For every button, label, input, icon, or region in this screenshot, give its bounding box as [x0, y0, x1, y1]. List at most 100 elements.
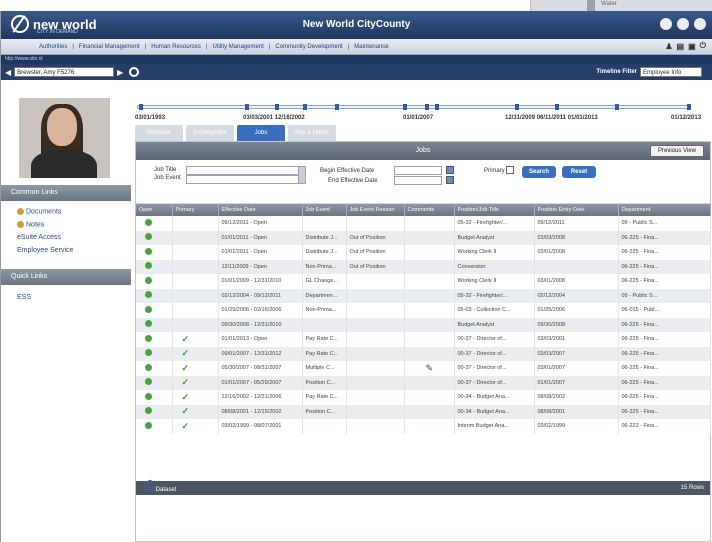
open-status-icon	[136, 346, 173, 361]
filter-area: Job Title Job Event Begin Effective Date…	[136, 160, 710, 204]
open-status-icon	[136, 419, 173, 434]
quick-links-header[interactable]: Quick Links	[1, 269, 131, 285]
menu-item-financial[interactable]: Financial Management	[79, 44, 140, 50]
job-event-cell: Multiple C...	[302, 361, 347, 376]
ok-icon	[145, 407, 152, 415]
settings-icon[interactable]	[677, 18, 689, 30]
table-row[interactable]: 01/01/2009 - 12/31/2010 GL Change... Worki…	[136, 274, 711, 289]
sidebar-item-esuite[interactable]: eSuite Access	[17, 234, 61, 241]
comment-icon[interactable]: ✎	[426, 363, 434, 373]
column-header[interactable]: Job Event Reason	[346, 204, 405, 216]
search-button[interactable]: Search	[522, 166, 556, 178]
position-entry-date-cell: 03/03/2001	[534, 332, 619, 347]
tab-employment[interactable]: Employment	[186, 125, 234, 141]
primary-checkbox[interactable]	[506, 166, 514, 174]
help-icon[interactable]	[660, 18, 672, 30]
department-cell: 06-225 - Fina...	[618, 259, 711, 274]
back-arrow-icon[interactable]: ◀	[5, 68, 11, 77]
department-cell: 06-225 - Fina...	[618, 245, 711, 260]
department-cell: 06-015 - Publ...	[618, 303, 711, 318]
common-links-header[interactable]: Common Links	[1, 185, 131, 201]
table-row[interactable]: 01/25/2006 - 02/16/2006 Non-Prima... 05-03…	[136, 303, 711, 318]
checkmark-icon: ✓	[181, 391, 190, 402]
table-row[interactable]: 12/11/2009 - Open Non-Prima... Out of Posi…	[136, 259, 711, 274]
ok-icon	[145, 233, 152, 241]
timeline-date: 03/01/1993	[135, 115, 166, 121]
primary-label: Primary	[484, 168, 505, 174]
monitor-icon[interactable]: ▣	[688, 42, 696, 51]
effective-date-cell: 09/01/2007 - 12/31/2012	[218, 346, 303, 361]
job-event-reason-cell: Out of Position	[346, 245, 405, 260]
sidebar-item-ess[interactable]: ESS	[17, 294, 31, 301]
column-header[interactable]: Department	[618, 204, 711, 216]
sidebar-item-employee-service[interactable]: Employee Service	[17, 247, 73, 254]
column-header[interactable]: Effective Date	[218, 204, 303, 216]
calendar-icon[interactable]	[446, 166, 454, 174]
table-row[interactable]: ✓ 03/02/1999 - 08/07/2001 Interim Budget A…	[136, 419, 711, 434]
tab-personal[interactable]: Personal	[135, 125, 183, 141]
department-cell: 06-225 - Fina...	[618, 375, 711, 390]
tab-jobs[interactable]: Jobs	[237, 125, 285, 141]
tab-pay-hours[interactable]: Pay & Hours	[288, 125, 336, 141]
menu-item-hr[interactable]: Human Resources	[151, 44, 201, 50]
jobs-table: Open Primary Effective Date Job Event Jo…	[136, 204, 711, 434]
row-count: 15 Rows	[680, 485, 704, 491]
table-row[interactable]: 02/12/2004 - 09/12/2011 Departmen... 05-32…	[136, 288, 711, 303]
job-event-reason-cell	[346, 419, 405, 434]
table-row[interactable]: 09/30/2008 - 12/31/2010 Budget Analyst 09/…	[136, 317, 711, 332]
table-row[interactable]: ✓ 01/01/2007 - 05/29/2007 Position C... 00-…	[136, 375, 711, 390]
open-status-icon	[136, 288, 173, 303]
position-entry-date-cell: 01/01/2007	[534, 375, 619, 390]
exit-icon[interactable]	[694, 18, 706, 30]
previous-view-button[interactable]: Previous View	[650, 145, 704, 157]
table-row[interactable]: ✓ 08/08/2001 - 12/15/2002 Position C... 00-…	[136, 404, 711, 419]
table-row[interactable]: ✓ 12/16/2002 - 12/31/2006 Pay Rate C... 00-…	[136, 390, 711, 405]
column-header[interactable]: Comments	[404, 204, 455, 216]
job-title-field[interactable]	[186, 166, 306, 175]
menu-item-community[interactable]: Community Development	[275, 44, 342, 50]
job-event-reason-cell	[346, 332, 405, 347]
position-entry-date-cell: 03/01/2008	[534, 274, 619, 289]
timeline-filter-select[interactable]: Employee Info	[640, 67, 702, 77]
position-title-cell: 00-37 - Director of...	[454, 361, 535, 376]
job-event-field[interactable]	[186, 175, 306, 184]
app-title: New World CityCounty	[302, 19, 411, 30]
table-row[interactable]: ✓ 09/01/2007 - 12/31/2012 Pay Rate C... 00-…	[136, 346, 711, 361]
menu-item-authorities[interactable]: Authorities	[39, 44, 67, 50]
effective-date-cell: 08/08/2001 - 12/15/2002	[218, 404, 303, 419]
forward-arrow-icon[interactable]: ▶	[117, 68, 123, 77]
search-icon[interactable]	[129, 67, 140, 77]
begin-date-field[interactable]	[394, 166, 442, 175]
effective-date-cell: 01/01/2011 - Open	[218, 245, 303, 260]
position-title-cell: 00-37 - Director of...	[454, 346, 535, 361]
user-icon[interactable]: ♟	[665, 42, 672, 51]
employee-selector[interactable]: Brewster, Amy F5276	[14, 67, 115, 77]
calendar-icon[interactable]	[446, 176, 454, 184]
column-header[interactable]: Position/Job Title	[454, 204, 535, 216]
position-entry-date-cell: 09/30/2008	[534, 317, 619, 332]
menu-item-maintenance[interactable]: Maintenance	[354, 44, 388, 50]
comments-cell	[404, 245, 455, 260]
sidebar-item-notes[interactable]: Notes	[17, 221, 44, 228]
sidebar-item-documents[interactable]: Documents	[17, 208, 61, 215]
edit-icon[interactable]	[142, 479, 156, 493]
document-icon[interactable]: ▤	[677, 42, 685, 51]
power-icon[interactable]: ⏻	[700, 41, 706, 51]
end-date-field[interactable]	[394, 176, 442, 185]
table-row[interactable]: ✓ 05/30/2007 - 08/31/2007 Multiple C... ✎ 00…	[136, 361, 711, 376]
column-header[interactable]: Job Event	[302, 204, 347, 216]
job-scroll-handle[interactable]	[298, 166, 306, 184]
checkmark-icon: ✓	[181, 333, 190, 344]
table-row[interactable]: 01/01/2011 - Open Distribute J... Out of P…	[136, 230, 711, 245]
table-row[interactable]: 09/12/2011 - Open 05-32 - Firefighter/...…	[136, 216, 711, 231]
table-row[interactable]: ✓ 01/01/2013 - Open Pay Rate C... 00-37 - D…	[136, 332, 711, 347]
table-row[interactable]: 01/01/2011 - Open Distribute J... Out of P…	[136, 245, 711, 260]
comments-cell	[404, 404, 455, 419]
timeline[interactable]: 03/01/1993 03/03/2001 12/16/2002 01/01/2…	[135, 97, 712, 127]
open-status-icon	[136, 332, 173, 347]
reset-button[interactable]: Reset	[562, 166, 596, 178]
column-header[interactable]: Primary	[172, 204, 219, 216]
column-header[interactable]: Open	[136, 204, 173, 216]
menu-item-utility[interactable]: Utility Management	[212, 44, 263, 50]
column-header[interactable]: Position Entry Date	[534, 204, 619, 216]
